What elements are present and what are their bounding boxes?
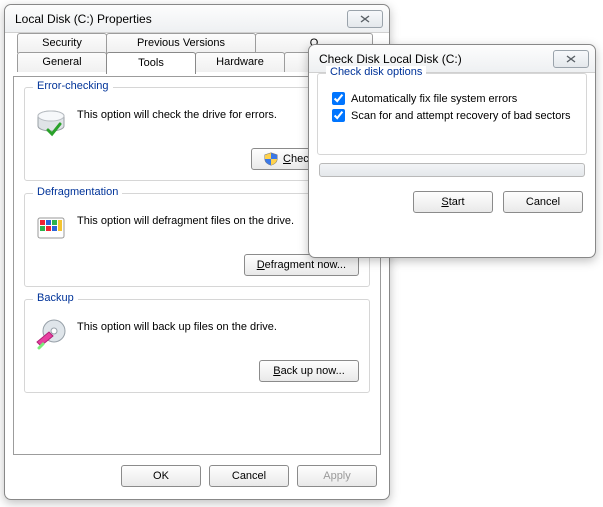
group-defrag-title: Defragmentation [33,186,122,198]
check-disk-actions: Start Cancel [317,191,587,213]
tab-security[interactable]: Security [17,33,107,53]
ok-button[interactable]: OK [121,465,201,487]
option-scan-recover[interactable]: Scan for and attempt recovery of bad sec… [332,109,578,122]
group-backup: Backup This option will back up files on… [24,299,370,393]
tab-previous-versions[interactable]: Previous Versions [106,33,256,53]
tab-tools[interactable]: Tools [106,52,196,74]
close-icon [566,55,576,63]
properties-close-button[interactable] [347,10,383,28]
defrag-icon [35,212,67,244]
check-disk-dialog: Check Disk Local Disk (C:) Check disk op… [308,44,596,258]
disk-check-icon [35,106,67,138]
group-error-title: Error-checking [33,80,113,92]
check-disk-progress [319,163,585,177]
option-auto-fix[interactable]: Automatically fix file system errors [332,92,578,105]
auto-fix-checkbox[interactable] [332,92,345,105]
backup-icon [35,318,67,350]
scan-recover-checkbox[interactable] [332,109,345,122]
backup-text: This option will back up files on the dr… [77,318,359,334]
shield-icon [264,152,278,166]
group-backup-title: Backup [33,292,78,304]
group-check-disk-options: Check disk options Automatically fix fil… [317,73,587,155]
close-icon [360,15,370,23]
check-disk-group-title: Check disk options [326,66,426,78]
properties-title: Local Disk (C:) Properties [15,12,347,26]
tab-hardware[interactable]: Hardware [195,52,285,72]
start-button[interactable]: Start [413,191,493,213]
properties-titlebar[interactable]: Local Disk (C:) Properties [5,5,389,33]
cancel-button[interactable]: Cancel [209,465,289,487]
check-disk-client: Check disk options Automatically fix fil… [317,73,587,249]
apply-button[interactable]: Apply [297,465,377,487]
tab-general[interactable]: General [17,52,107,72]
check-disk-close-button[interactable] [553,50,589,68]
check-disk-cancel-button[interactable]: Cancel [503,191,583,213]
properties-action-row: OK Cancel Apply [13,461,381,491]
backup-now-button[interactable]: Back up now... [259,360,359,382]
check-disk-title: Check Disk Local Disk (C:) [319,52,553,66]
